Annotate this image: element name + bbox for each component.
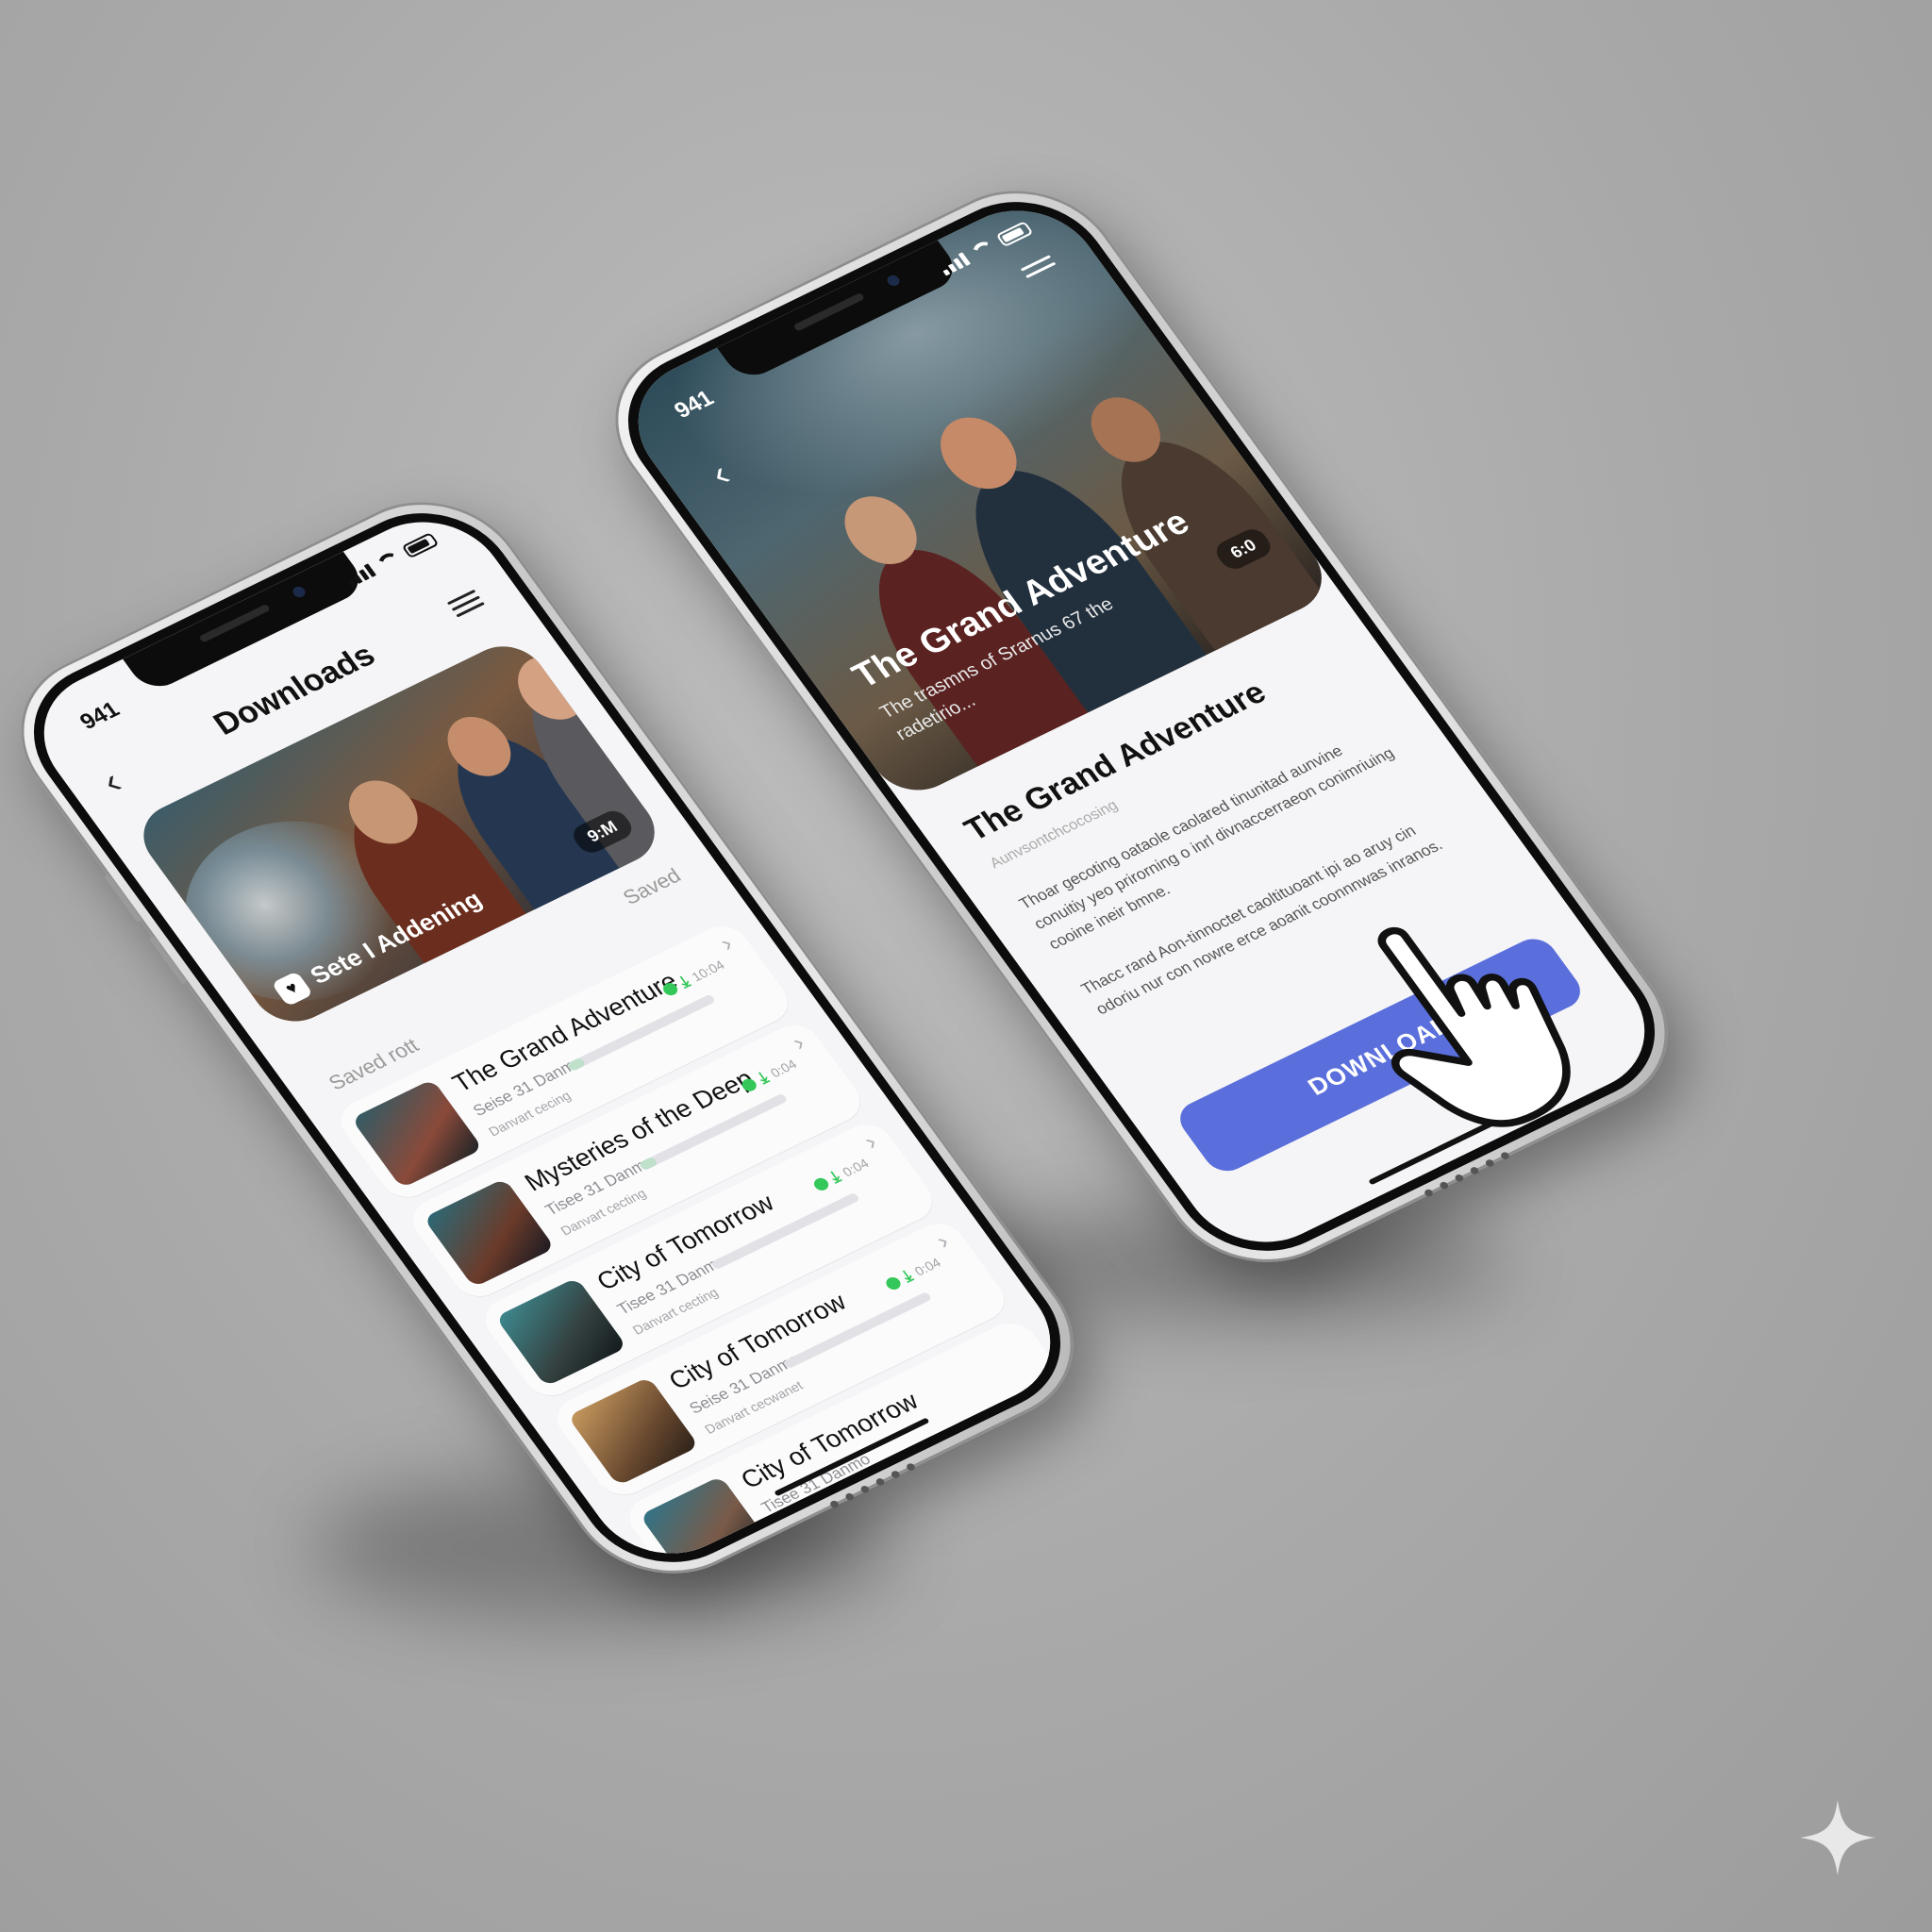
featured-download-card[interactable]: ♥ Sete I Addening 9:M — [127, 634, 671, 1034]
item-status: ⤓ 0:04 — [737, 1054, 801, 1095]
status-dot — [883, 1274, 903, 1291]
status-time: 941 — [75, 696, 125, 735]
item-status: ⤓ 0:04 — [881, 1253, 945, 1294]
chevron-right-icon: › — [786, 1028, 810, 1057]
item-time: 0:04 — [839, 1155, 872, 1179]
sparkle-icon — [1800, 1800, 1875, 1875]
item-status: ⤓ 10:04 — [658, 955, 729, 1000]
status-icons — [342, 532, 440, 588]
item-status: ⤓ 0:04 — [809, 1154, 874, 1195]
chevron-right-icon: › — [858, 1127, 883, 1156]
chevron-right-icon: › — [930, 1226, 955, 1255]
item-time: 10:04 — [688, 957, 727, 984]
item-time: 0:04 — [767, 1056, 800, 1080]
status-dot — [810, 1175, 831, 1192]
wifi-icon — [375, 550, 404, 573]
item-time: 0:04 — [910, 1254, 943, 1278]
hero-head-3 — [504, 646, 599, 730]
chevron-right-icon: › — [713, 929, 739, 957]
hand-pointer-icon — [1377, 927, 1571, 1127]
downloads-list: The Grand Adventure Seise 31 Danmo Danva… — [331, 918, 1080, 1577]
battery-icon — [401, 532, 440, 559]
saved-label: Saved — [618, 863, 686, 909]
